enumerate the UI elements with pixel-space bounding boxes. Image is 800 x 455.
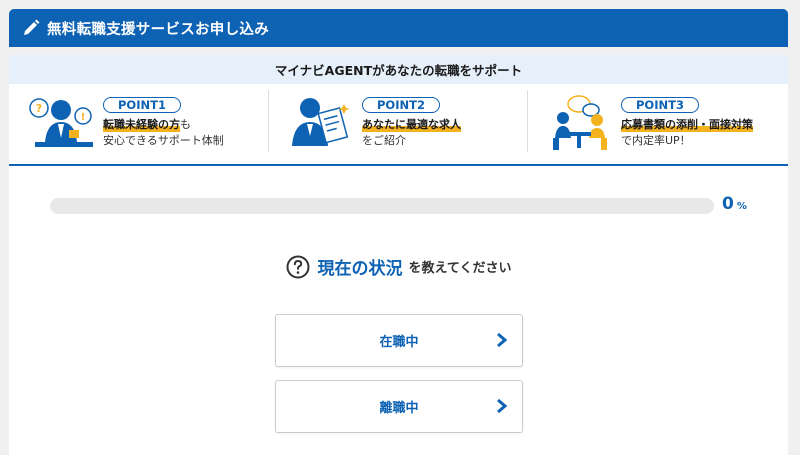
chevron-right-icon [497,398,508,414]
interview-icon [553,95,607,150]
points-banner: マイナビAGENTがあなたの転職をサポート [9,55,788,84]
question-keyword: 現在の状況 [317,259,403,279]
choice-employed-button[interactable]: 在職中 [275,314,523,367]
point-subtext: 安心できるサポート体制 [103,134,224,147]
choice-unemployed-button[interactable]: 離職中 [275,380,523,433]
point-badge: POINT3 [621,97,699,113]
point-2: POINT2 あなたに最適な求人 をご紹介 [268,84,527,164]
point-subtext: で内定率UP！ [621,134,691,147]
header-title: 無料転職支援サービスお申し込み [47,21,269,38]
service-points-panel: マイナビAGENTがあなたの転職をサポート ? ! POINT1 転職未経験の方… [9,55,788,166]
point-highlight: 応募書類の添削・面接対策 [621,116,753,132]
choice-label: 在職中 [379,335,419,350]
advisor-icon: ? ! [29,98,93,147]
point-1: ? ! POINT1 転職未経験の方も 安心できるサポート体制 [9,84,268,164]
form-header: 無料転職支援サービスお申し込み [9,9,788,47]
question-text: を教えてください [408,261,512,276]
job-document-icon [292,98,350,146]
point-3: POINT3 応募書類の添削・面接対策 で内定率UP！ [527,84,786,164]
pencil-icon [24,19,40,35]
progress-number: 0 [722,194,734,214]
point-badge: POINT2 [362,97,440,113]
progress-bar [50,198,714,214]
question-heading: 現在の状況 を教えてください [9,254,788,279]
point-highlight: 転職未経験の方 [103,116,180,132]
chevron-right-icon [497,332,508,348]
svg-text:!: ! [81,112,86,123]
point-highlight: あなたに最適な求人 [362,116,461,132]
point-badge: POINT1 [103,97,181,113]
svg-text:?: ? [36,102,42,115]
application-form: 0% 現在の状況 を教えてください 在職中 離職中 [9,166,788,455]
progress-percent: 0% [722,194,747,214]
choice-label: 離職中 [379,401,419,416]
point-highlight-suffix: も [180,118,191,131]
progress-unit: % [736,201,747,212]
point-subtext: をご紹介 [362,134,406,147]
question-circle-icon [286,255,310,278]
